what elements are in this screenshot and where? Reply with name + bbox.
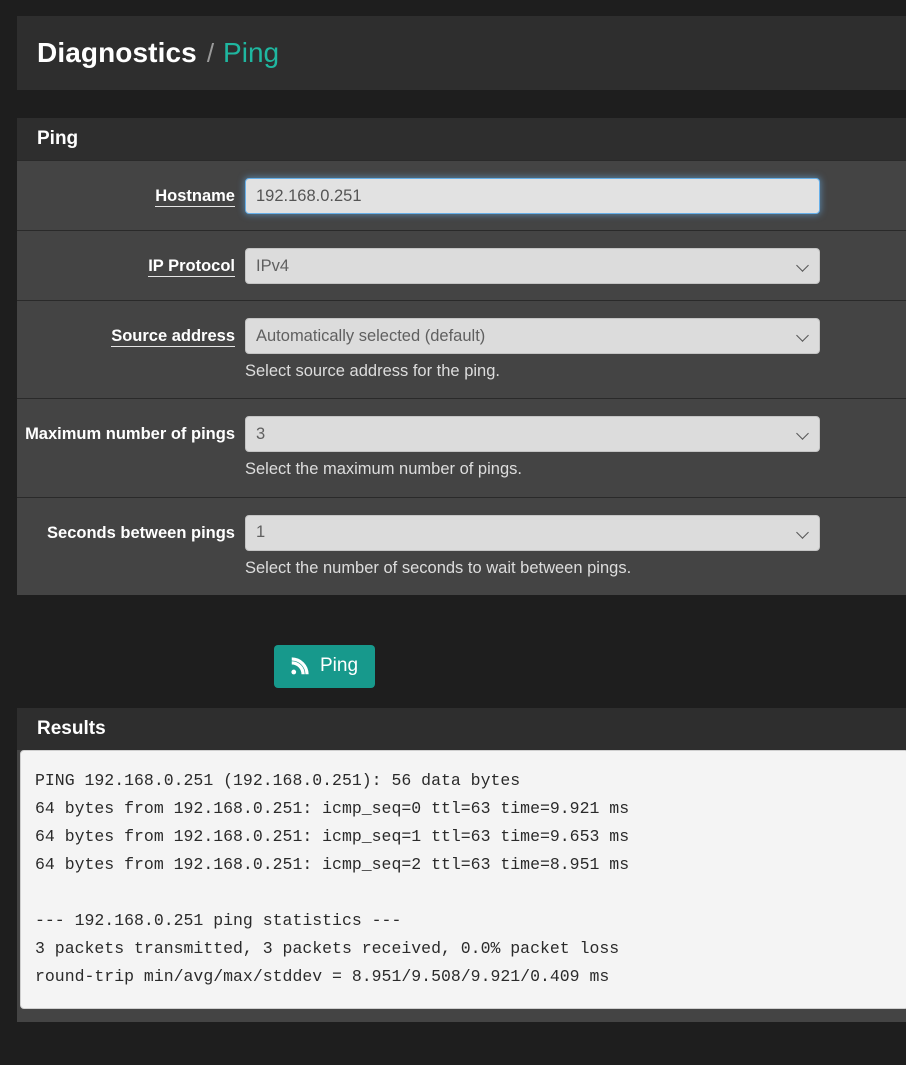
hostname-field-cell [245,178,906,214]
max-pings-field-cell: 3 Select the maximum number of pings. [245,416,906,480]
form-row-hostname: Hostname [17,160,906,230]
seconds-between-pings-label: Seconds between pings [47,523,235,542]
results-title: Results [37,718,106,739]
ping-panel-header: Ping [17,118,906,160]
ping-diagnostics-page: Diagnostics / Ping Ping Hostname IP Prot… [0,0,906,1065]
breadcrumb-current-page: Ping [223,37,280,68]
ip-protocol-select[interactable]: IPv4 [245,248,820,284]
max-pings-label-cell: Maximum number of pings [17,416,245,445]
results-panel-header: Results [17,708,906,750]
ip-protocol-label-cell: IP Protocol [17,248,245,277]
source-address-label-cell: Source address [17,318,245,347]
page-title: Ping [37,128,79,149]
ip-protocol-select-wrap[interactable]: IPv4 [245,248,820,284]
max-pings-select-wrap[interactable]: 3 [245,416,820,453]
max-pings-label: Maximum number of pings [25,425,235,444]
hostname-label: Hostname [155,187,235,207]
seconds-between-pings-label-cell: Seconds between pings [17,515,245,544]
hostname-input[interactable] [245,178,820,214]
max-pings-help: Select the maximum number of pings. [245,460,522,479]
hostname-label-cell: Hostname [17,178,245,207]
ping-button-label: Ping [320,654,359,676]
form-row-max-pings: Maximum number of pings 3 Select the max… [17,398,906,497]
ip-protocol-label: IP Protocol [148,257,235,277]
seconds-between-pings-select-wrap[interactable]: 1 [245,514,820,551]
source-address-field-cell: Automatically selected (default) Select … [245,318,906,382]
max-pings-select[interactable]: 3 [245,416,820,453]
results-panel: Results PING 192.168.0.251 (192.168.0.25… [17,708,906,1022]
breadcrumb-root[interactable]: Diagnostics [37,37,197,69]
source-address-label: Source address [111,327,235,347]
ping-output[interactable]: PING 192.168.0.251 (192.168.0.251): 56 d… [20,750,906,1009]
breadcrumb: Diagnostics / Ping [17,16,906,90]
seconds-between-pings-select[interactable]: 1 [245,514,820,551]
form-row-source-address: Source address Automatically selected (d… [17,300,906,399]
source-address-select-wrap[interactable]: Automatically selected (default) [245,318,820,354]
rss-signal-icon [291,656,309,674]
breadcrumb-separator: / [206,37,215,68]
seconds-between-pings-field-cell: 1 Select the number of seconds to wait b… [245,514,906,579]
button-area: Ping [17,618,906,714]
form-row-seconds-between-pings: Seconds between pings 1 Select the numbe… [17,496,906,596]
form-row-ip-protocol: IP Protocol IPv4 [17,230,906,300]
source-address-help: Select source address for the ping. [245,362,500,380]
ping-form-panel: Ping Hostname IP Protocol IPv4 [17,118,906,596]
ping-button[interactable]: Ping [274,644,376,688]
seconds-between-pings-help: Select the number of seconds to wait bet… [245,558,632,577]
source-address-select[interactable]: Automatically selected (default) [245,318,820,354]
ip-protocol-field-cell: IPv4 [245,248,906,284]
